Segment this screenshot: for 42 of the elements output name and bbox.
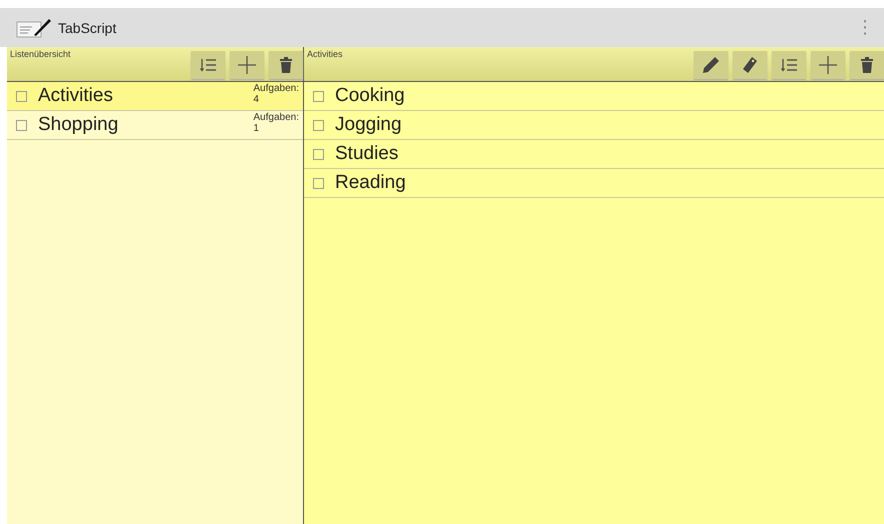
checkbox[interactable] — [313, 178, 324, 188]
delete-button[interactable] — [269, 51, 303, 79]
sort-button[interactable] — [772, 51, 806, 79]
panel-title: Activities — [306, 48, 344, 61]
add-button[interactable] — [230, 51, 264, 79]
sort-icon — [781, 58, 797, 72]
pencil-icon — [703, 57, 719, 73]
task-name: Cooking — [335, 85, 405, 107]
edit-button[interactable] — [694, 51, 728, 79]
tag-button[interactable] — [733, 51, 767, 79]
list-item[interactable]: Shopping Aufgaben: 1 — [7, 111, 303, 140]
task-name: Jogging — [335, 114, 402, 136]
checkbox[interactable] — [313, 148, 324, 160]
plus-icon — [819, 56, 837, 74]
panel-title: Listenübersicht — [9, 48, 72, 61]
list-item[interactable]: Activities Aufgaben: 4 — [7, 82, 303, 111]
sort-button[interactable] — [191, 51, 225, 79]
task-item[interactable]: Cooking — [304, 82, 884, 111]
task-name: Studies — [335, 143, 398, 165]
trash-icon — [861, 57, 873, 73]
plus-icon — [238, 56, 256, 74]
delete-button[interactable] — [850, 51, 884, 79]
task-item[interactable]: Reading — [304, 169, 884, 198]
checkbox[interactable] — [313, 90, 324, 102]
task-count: 1 — [253, 123, 260, 134]
add-button[interactable] — [811, 51, 845, 79]
trash-icon — [280, 57, 292, 73]
list-name: Activities — [38, 85, 113, 107]
task-count-label: Aufgaben: — [253, 112, 299, 123]
task-name: Reading — [335, 172, 406, 194]
task-item[interactable]: Studies — [304, 140, 884, 169]
sort-icon — [200, 58, 216, 72]
task-count: 4 — [253, 94, 260, 105]
list-name: Shopping — [38, 114, 118, 136]
tag-icon — [743, 57, 757, 73]
logo-icon — [16, 16, 52, 38]
task-count-label: Aufgaben: — [253, 83, 299, 94]
checkbox[interactable] — [16, 120, 27, 130]
app-title: TabScript — [58, 20, 116, 36]
checkbox[interactable] — [16, 90, 27, 102]
checkbox[interactable] — [313, 120, 324, 130]
task-item[interactable]: Jogging — [304, 111, 884, 140]
